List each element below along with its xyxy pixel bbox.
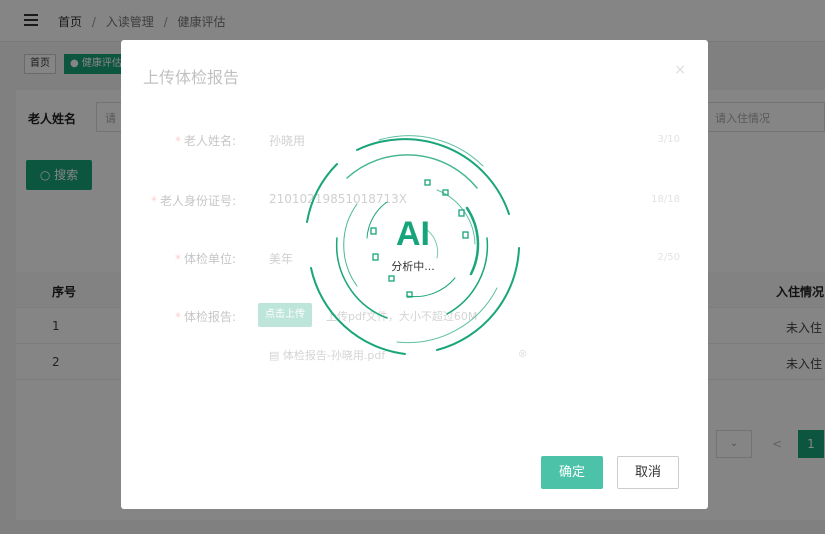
exam-org-count: 2/50 <box>657 252 680 263</box>
ring-arc <box>406 277 456 298</box>
elder-name-count: 3/10 <box>657 134 680 145</box>
exam-org-field-label: * 体检单位: <box>174 252 236 266</box>
spinner-dot <box>424 179 431 186</box>
spinner-dot <box>388 275 395 282</box>
id-number-field-label: * 老人身份证号: <box>150 194 236 208</box>
close-icon[interactable]: × <box>674 62 686 78</box>
upload-report-dialog: 上传体检报告 × * 老人姓名: 孙晓用 3/10 * 老人身份证号: 210102… <box>121 40 708 509</box>
spinner-dot <box>462 231 469 239</box>
ring-arc <box>306 163 338 223</box>
confirm-button[interactable]: 确定 <box>541 456 603 489</box>
ring-arc <box>346 154 478 189</box>
report-field-label: * 体检报告: <box>174 310 236 324</box>
file-icon: ▤ <box>269 349 283 362</box>
ai-analyzing-label: 分析中... <box>391 260 435 273</box>
cancel-button[interactable]: 取消 <box>617 456 679 489</box>
id-number-count: 18/18 <box>651 194 680 205</box>
ring-arc <box>356 138 510 215</box>
ring-arc <box>343 203 358 287</box>
ai-label: AI <box>396 215 430 253</box>
ring-arc <box>446 237 489 315</box>
dialog-title: 上传体检报告 <box>143 68 240 87</box>
elder-name-field-label: * 老人姓名: <box>174 134 236 148</box>
